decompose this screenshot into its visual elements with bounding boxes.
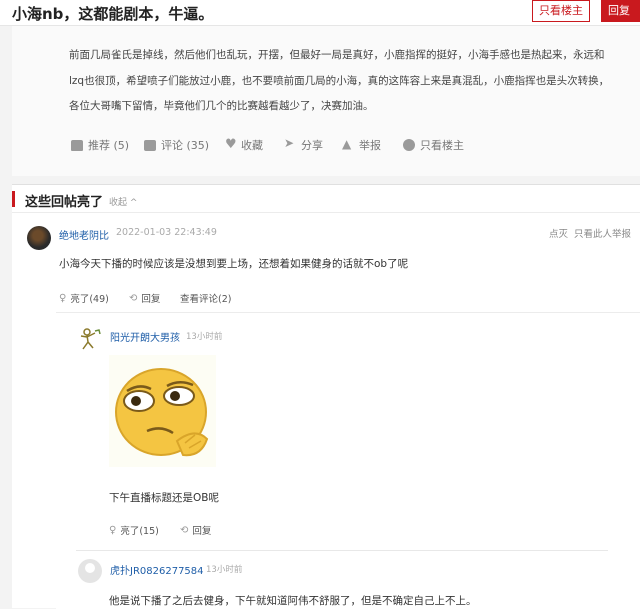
light-count: 亮了(49) [70, 294, 109, 305]
comment-text: 小海今天下播的时候应该是没想到要上场，还想着如果健身的话就不ob了呢 [59, 258, 409, 270]
section-header: 这些回帖亮了 收起 ^ [12, 185, 640, 213]
share-icon [284, 136, 296, 151]
reply-light-count: 亮了(15) [120, 526, 159, 537]
reply-thread: 阳光开朗大男孩 13小时前 下午直播标题还是OB呢 ♀ 亮了(15) ⟲ 回复 … [56, 312, 640, 609]
reply-label: 回复 [141, 294, 161, 305]
reply-text: 下午直播标题还是OB呢 [109, 492, 219, 504]
reply-button[interactable]: 回复 [601, 0, 640, 22]
post-actions: 推荐 (5) 评论 (35) 收藏 分享 举报 只看楼主 [12, 136, 640, 157]
avatar[interactable] [78, 559, 102, 583]
report-label: 举报 [359, 139, 381, 152]
reply-icon: ⟲ [180, 524, 189, 536]
reply-timestamp: 13小时前 [186, 332, 223, 342]
favorite-button[interactable]: 收藏 [225, 137, 263, 153]
post-body: 前面几局雀氏是掉线，然后他们也乱玩，开摆，但最好一局是真好，小鹿指挥的挺好，小海… [69, 49, 610, 112]
bulb-icon: ♀ [59, 292, 67, 304]
comment-label: 评论 (35) [161, 139, 210, 152]
report-button[interactable]: 举报 [342, 137, 381, 153]
only-op-button[interactable]: 只看楼主 [532, 0, 590, 22]
only-this-user-button[interactable]: 只看此人 [574, 226, 612, 240]
collapse-toggle[interactable]: 收起 ^ [109, 195, 137, 208]
recommend-label: 推荐 (5) [88, 139, 130, 152]
sticker-image [109, 355, 216, 467]
view-replies-button[interactable]: 查看评论(2) [180, 291, 231, 305]
section-accent-bar [12, 191, 15, 207]
heart-icon [225, 137, 237, 152]
comment-reply-button[interactable]: ⟲ 回复 [129, 291, 161, 306]
share-button[interactable]: 分享 [284, 136, 323, 153]
comment-timestamp: 2022-01-03 22:43:49 [116, 227, 217, 238]
dislike-button[interactable]: 点灭 [549, 226, 568, 240]
share-label: 分享 [301, 139, 323, 152]
avatar[interactable] [78, 327, 102, 351]
eye-icon [403, 139, 415, 151]
only-op-link[interactable]: 只看楼主 [403, 137, 464, 153]
cartoon-avatar-icon [80, 328, 101, 350]
hot-replies-section: 这些回帖亮了 收起 ^ 绝地老阴比 2022-01-03 22:43:49 点灭… [12, 184, 640, 609]
reply-username[interactable]: 阳光开朗大男孩 [110, 329, 180, 344]
top-bar: 小海nb，这都能剧本，牛逼。 只看楼主 回复 [0, 0, 640, 26]
favorite-label: 收藏 [241, 139, 263, 152]
thumb-up-icon [71, 139, 83, 151]
light-button[interactable]: ♀ 亮了(49) [59, 291, 109, 306]
post-card: 前面几局雀氏是掉线，然后他们也乱玩，开摆，但最好一局是真好，小鹿指挥的挺好，小海… [12, 26, 640, 176]
divider [76, 550, 608, 551]
reply-light-button[interactable]: ♀ 亮了(15) [109, 523, 159, 538]
smirk-emoji-icon [115, 368, 209, 457]
reply-text: 他是说下播了之后去健身，下午就知道阿伟不舒服了，但是不确定自己上不上。 [109, 595, 477, 607]
recommend-button[interactable]: 推荐 (5) [71, 137, 129, 153]
report-comment-button[interactable]: 举报 [612, 226, 631, 240]
page-title: 小海nb，这都能剧本，牛逼。 [12, 5, 214, 23]
reply-timestamp: 13小时前 [206, 565, 243, 575]
warning-icon [342, 137, 354, 151]
comment-icon [144, 139, 156, 151]
comment-button[interactable]: 评论 (35) [144, 137, 209, 153]
comment-username[interactable]: 绝地老阴比 [59, 227, 109, 242]
section-title: 这些回帖亮了 [25, 195, 104, 210]
reply-username[interactable]: 虎扑JR0826277584 [110, 562, 204, 577]
reply-reply-button[interactable]: ⟲ 回复 [180, 523, 212, 538]
bulb-icon: ♀ [109, 524, 117, 536]
reply-reply-label: 回复 [192, 526, 212, 537]
reply-icon: ⟲ [129, 292, 138, 304]
only-op-label: 只看楼主 [420, 139, 464, 152]
avatar[interactable] [27, 226, 51, 250]
